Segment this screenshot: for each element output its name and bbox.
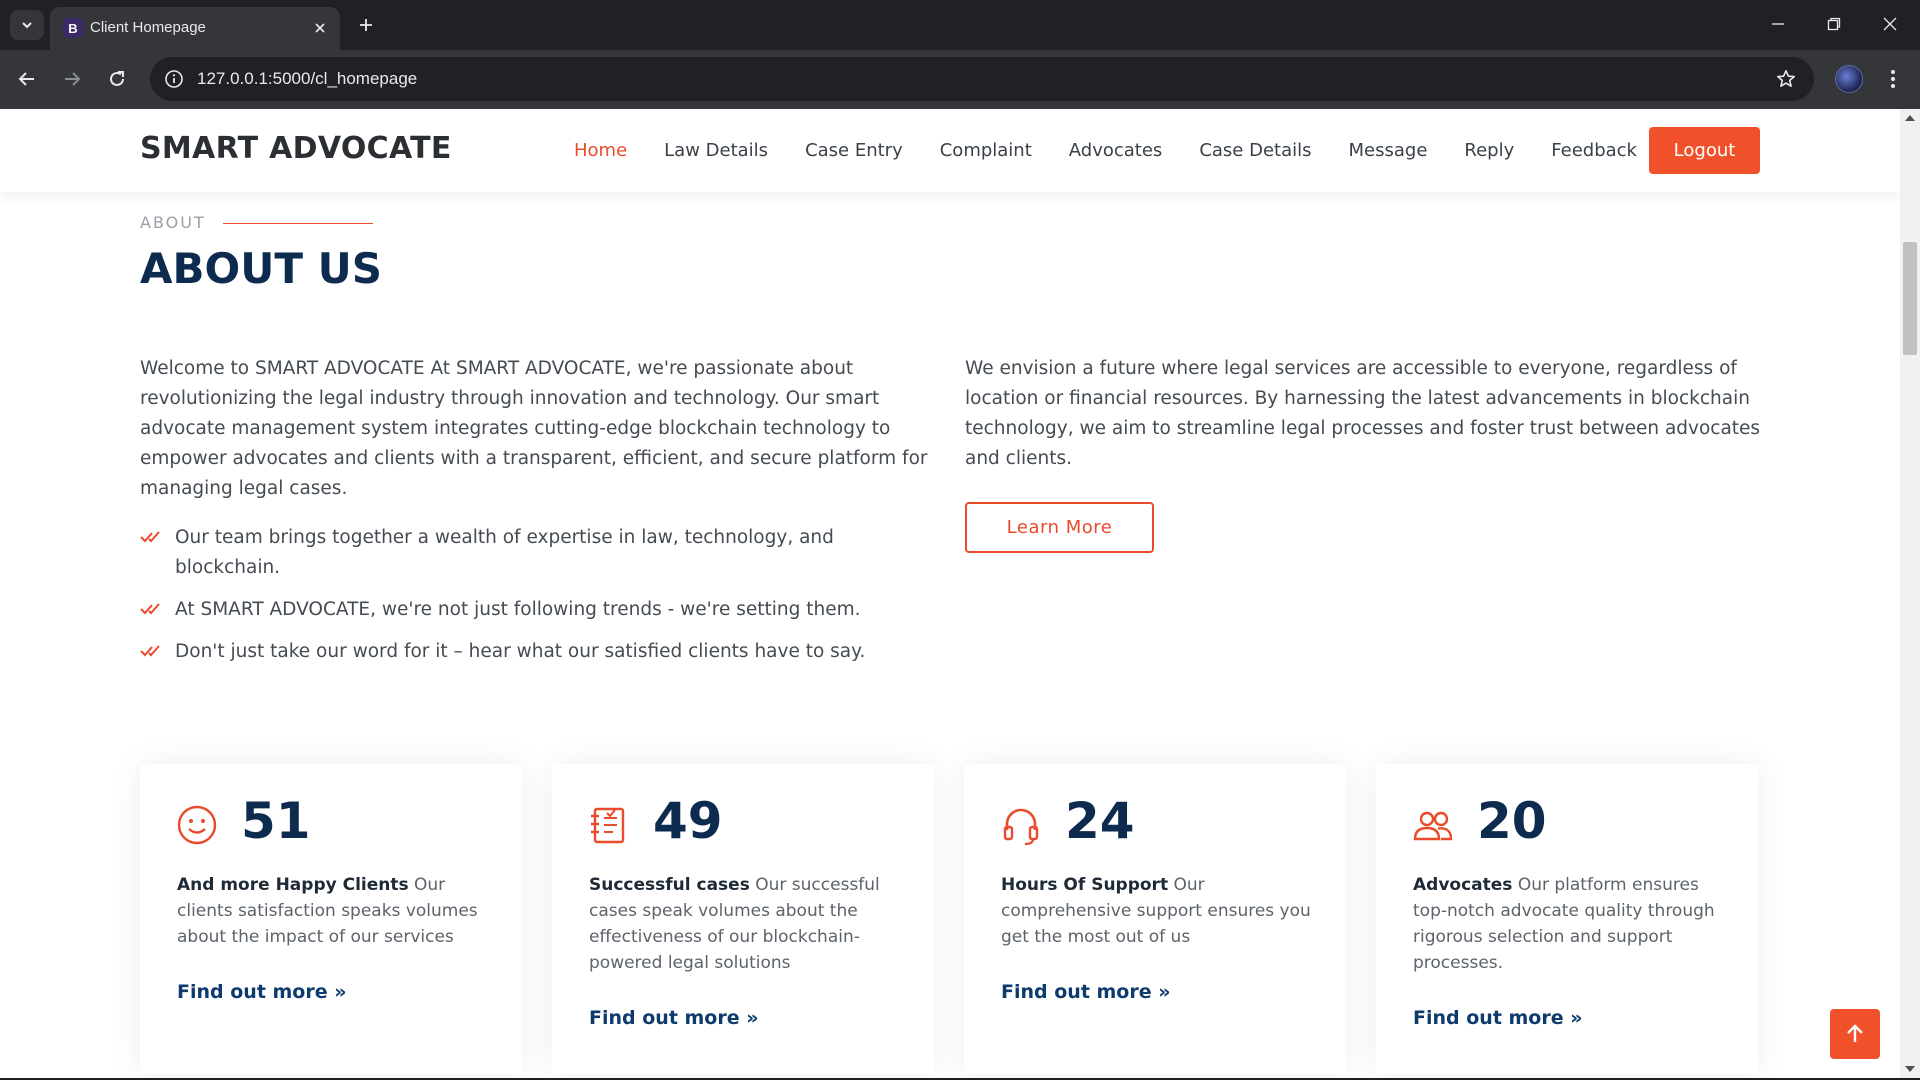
list-item: At SMART ADVOCATE, we're not just follow… — [140, 595, 900, 625]
find-out-more-link[interactable]: Find out more » — [1413, 1007, 1583, 1029]
site-header: SMART ADVOCATE Home Law Details Case Ent… — [0, 109, 1900, 192]
stat-card-support-hours: 24 Hours Of Support Our comprehensive su… — [964, 764, 1346, 1074]
stat-card-advocates: 20 Advocates Our platform ensures top-no… — [1376, 764, 1758, 1074]
smiley-icon — [177, 805, 217, 845]
eyebrow-divider — [223, 223, 373, 224]
stat-description: Hours Of Support Our comprehensive suppo… — [1001, 872, 1319, 950]
nav-case-details[interactable]: Case Details — [1199, 140, 1311, 161]
chevron-down-icon — [22, 22, 32, 29]
find-out-more-link[interactable]: Find out more » — [1001, 981, 1171, 1003]
stat-title: Successful cases — [589, 875, 750, 895]
reload-button[interactable] — [100, 62, 134, 96]
list-item: Our team brings together a wealth of exp… — [140, 523, 900, 583]
double-check-icon — [140, 645, 160, 657]
close-window-button[interactable] — [1862, 0, 1918, 48]
learn-more-button[interactable]: Learn More — [965, 502, 1154, 553]
restore-button[interactable] — [1806, 0, 1862, 48]
journal-icon — [591, 807, 625, 844]
page-viewport: SMART ADVOCATE Home Law Details Case Ent… — [0, 109, 1920, 1078]
restore-icon — [1827, 17, 1841, 31]
bullet-text: At SMART ADVOCATE, we're not just follow… — [175, 599, 861, 620]
double-check-icon — [140, 531, 160, 543]
about-vision: We envision a future where legal service… — [965, 358, 1761, 469]
nav-advocates[interactable]: Advocates — [1069, 140, 1163, 161]
arrow-up-icon — [1847, 1024, 1863, 1042]
minimize-icon — [1772, 23, 1784, 25]
close-icon — [1883, 17, 1897, 31]
forward-button[interactable] — [55, 62, 89, 96]
site-info-button[interactable] — [162, 67, 186, 91]
tab-search-button[interactable] — [10, 10, 44, 40]
bullet-text: Our team brings together a wealth of exp… — [175, 527, 834, 578]
section-title: ABOUT US — [140, 244, 382, 293]
minimize-button[interactable] — [1750, 0, 1806, 48]
list-item: Don't just take our word for it – hear w… — [140, 637, 900, 667]
back-button[interactable] — [10, 62, 44, 96]
nav-law-details[interactable]: Law Details — [664, 140, 768, 161]
browser-tabstrip: B Client Homepage — [0, 0, 1920, 50]
stat-title: Advocates — [1413, 875, 1513, 895]
stat-description: Advocates Our platform ensures top-notch… — [1413, 872, 1731, 976]
stat-description: Successful cases Our successful cases sp… — [589, 872, 907, 976]
browser-toolbar: 127.0.0.1:5000/cl_homepage — [0, 50, 1920, 109]
scroll-up-arrow-icon[interactable] — [1905, 115, 1915, 121]
find-out-more-link[interactable]: Find out more » — [177, 981, 347, 1003]
more-vert-icon — [1891, 70, 1895, 88]
bookmark-button[interactable] — [1774, 67, 1798, 91]
stat-number: 51 — [241, 792, 311, 850]
stat-card-happy-clients: 51 And more Happy Clients Our clients sa… — [140, 764, 522, 1074]
nav-complaint[interactable]: Complaint — [940, 140, 1032, 161]
find-out-more-link[interactable]: Find out more » — [589, 1007, 759, 1029]
nav-feedback[interactable]: Feedback — [1551, 140, 1637, 161]
url-text: 127.0.0.1:5000/cl_homepage — [197, 69, 418, 88]
headset-icon — [1003, 808, 1039, 846]
site-logo[interactable]: SMART ADVOCATE — [140, 131, 452, 166]
nav-message[interactable]: Message — [1349, 140, 1428, 161]
bullet-text: Don't just take our word for it – hear w… — [175, 641, 866, 662]
profile-avatar[interactable] — [1835, 65, 1863, 93]
double-check-icon — [140, 603, 160, 615]
star-icon — [1777, 70, 1795, 87]
plus-icon — [360, 19, 372, 31]
scrollbar-thumb[interactable] — [1903, 242, 1917, 355]
stat-number: 24 — [1065, 792, 1135, 850]
arrow-right-icon — [65, 72, 81, 86]
stat-title: And more Happy Clients — [177, 875, 409, 895]
stat-number: 49 — [653, 792, 723, 850]
logout-button[interactable]: Logout — [1649, 127, 1760, 174]
arrow-left-icon — [18, 72, 34, 86]
main-nav: Home Law Details Case Entry Complaint Ad… — [574, 109, 1674, 192]
nav-home[interactable]: Home — [574, 140, 627, 161]
favicon-icon: B — [63, 18, 83, 38]
scroll-down-arrow-icon[interactable] — [1905, 1066, 1915, 1072]
tab-title: Client Homepage — [90, 19, 206, 36]
back-to-top-button[interactable] — [1830, 1009, 1880, 1059]
address-bar[interactable]: 127.0.0.1:5000/cl_homepage — [150, 57, 1814, 101]
people-icon — [1413, 811, 1453, 841]
close-icon — [315, 23, 325, 33]
stat-card-successful-cases: 49 Successful cases Our successful cases… — [552, 764, 934, 1074]
stat-title: Hours Of Support — [1001, 875, 1169, 895]
stat-description: And more Happy Clients Our clients satis… — [177, 872, 495, 950]
nav-reply[interactable]: Reply — [1464, 140, 1514, 161]
new-tab-button[interactable] — [352, 11, 380, 39]
about-bullet-list: Our team brings together a wealth of exp… — [140, 523, 900, 679]
section-eyebrow: ABOUT — [140, 213, 206, 232]
browser-menu-button[interactable] — [1880, 64, 1906, 94]
about-intro: Welcome to SMART ADVOCATE At SMART ADVOC… — [140, 358, 928, 499]
tab-close-button[interactable] — [310, 18, 330, 38]
info-icon — [165, 70, 183, 88]
reload-icon — [110, 71, 124, 86]
page-scrollbar[interactable] — [1900, 109, 1920, 1078]
browser-tab[interactable]: B Client Homepage — [50, 7, 340, 50]
stat-number: 20 — [1477, 792, 1547, 850]
nav-case-entry[interactable]: Case Entry — [805, 140, 903, 161]
